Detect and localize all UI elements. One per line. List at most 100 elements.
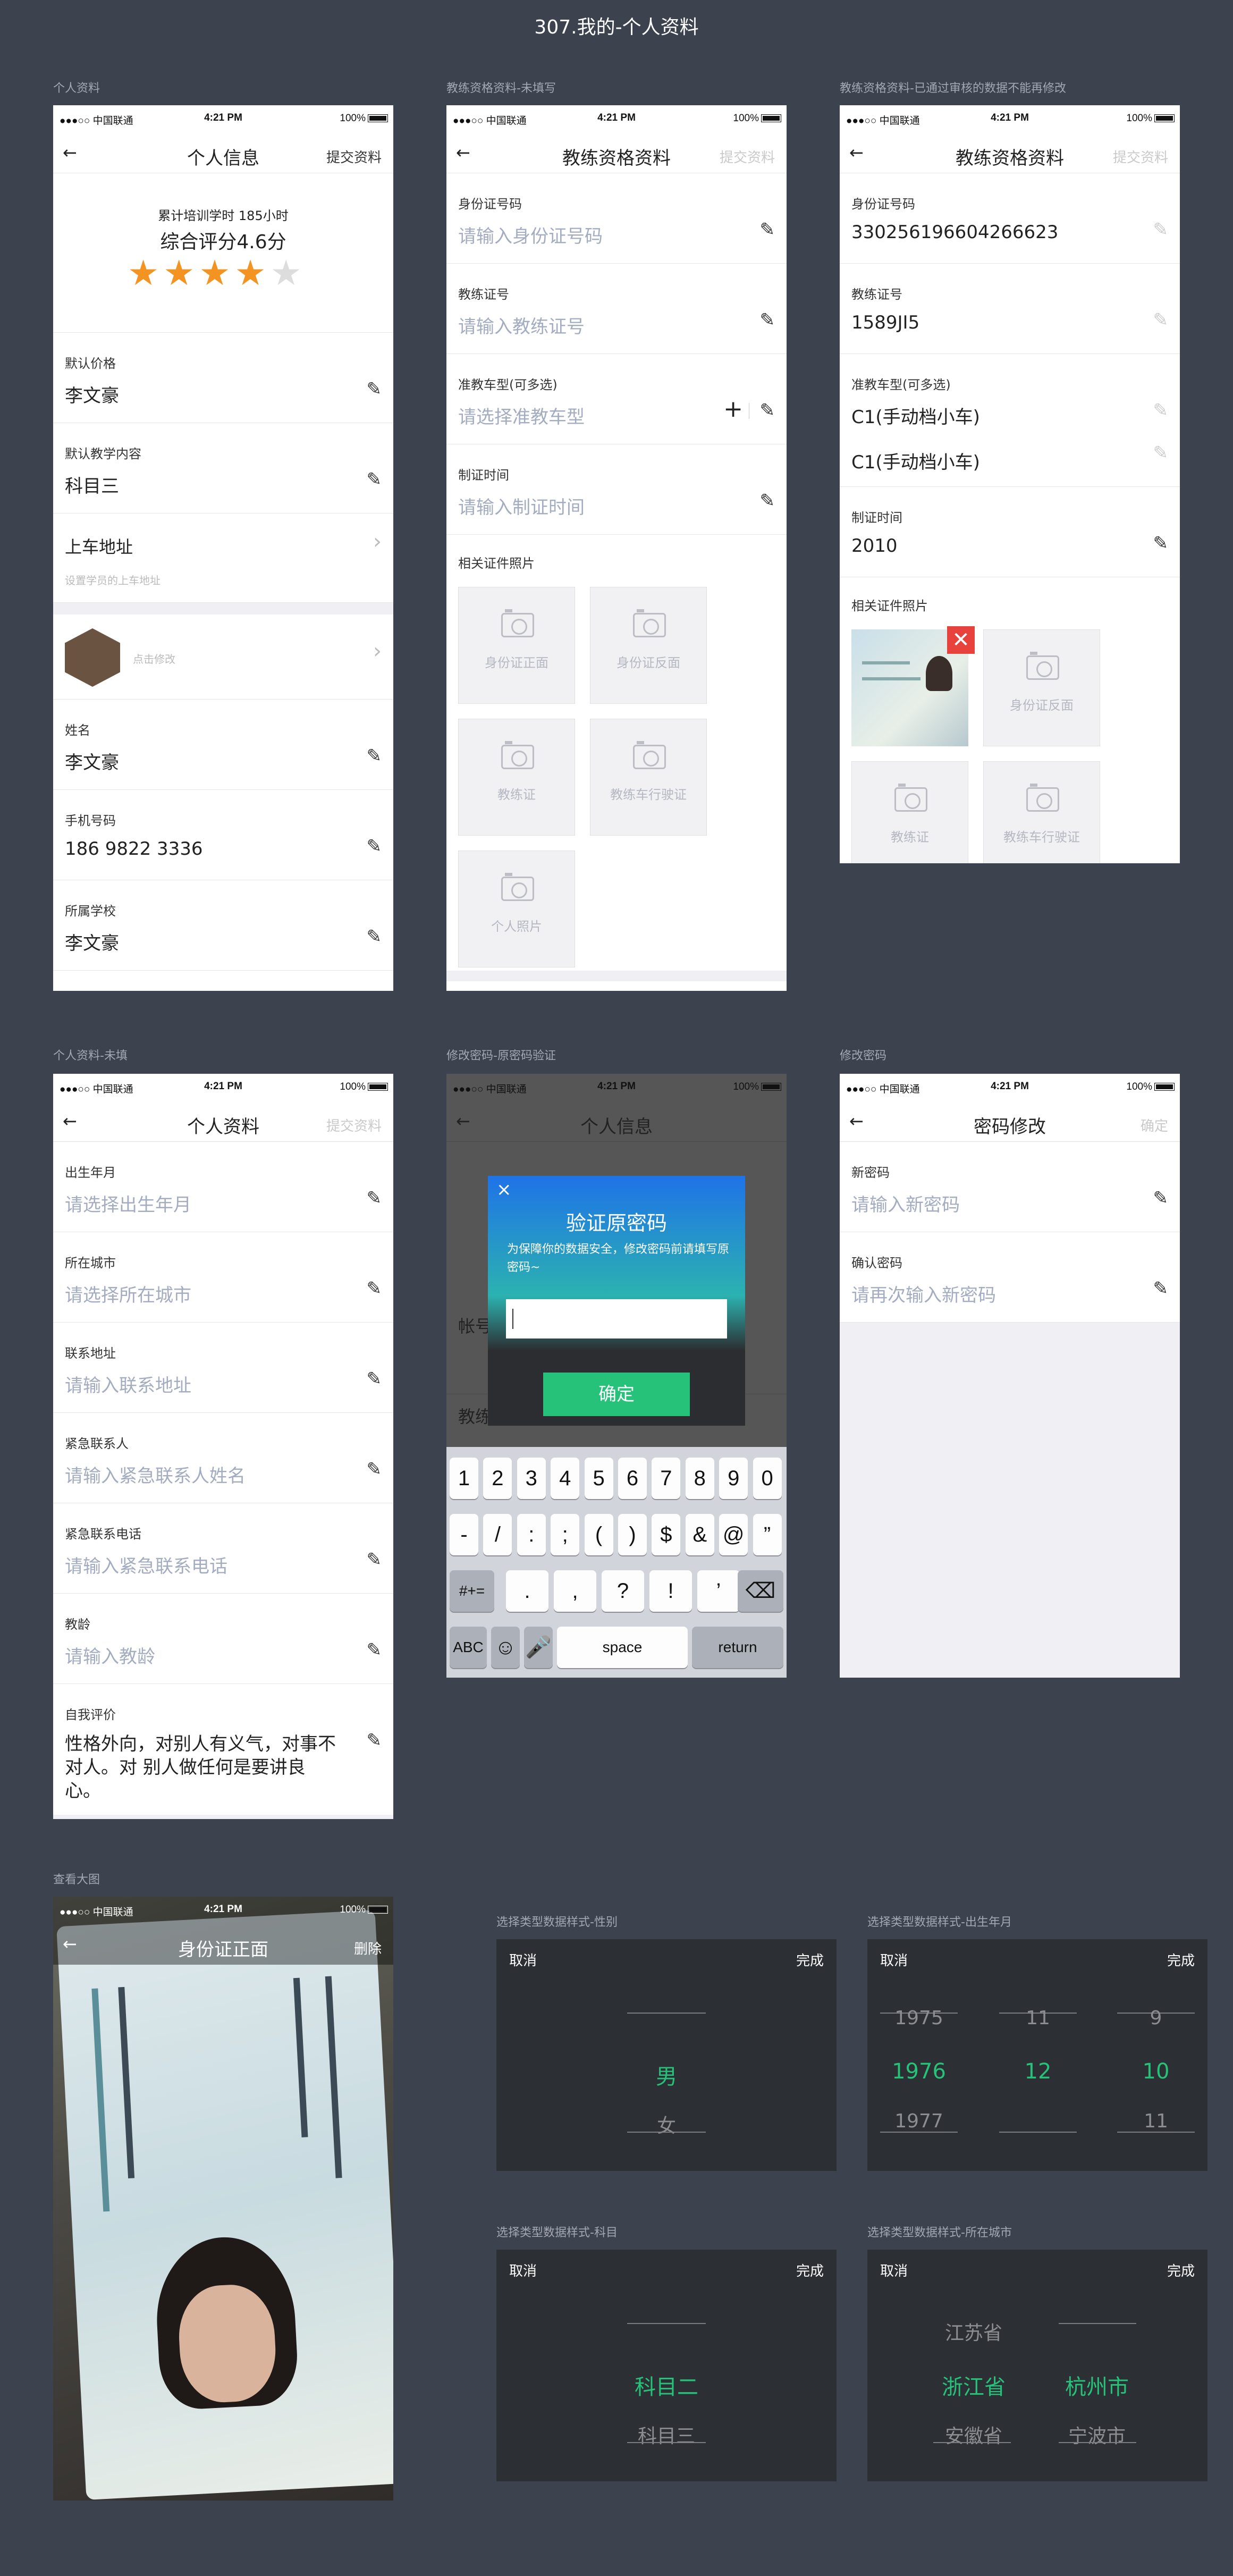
field-emergency-phone[interactable]: 紧急联系电话 请输入紧急联系电话 ✎ (53, 1503, 393, 1594)
field-confirm-password[interactable]: 确认密码 请再次输入新密码 ✎ (840, 1232, 1180, 1323)
picker-option-selected[interactable]: 科目二 (496, 2370, 837, 2401)
abc-key[interactable]: ABC (450, 1627, 487, 1668)
picker-option[interactable]: 安徽省 (931, 2421, 1016, 2448)
keyboard-key[interactable]: & (685, 1514, 714, 1555)
keyboard-key[interactable]: 2 (483, 1458, 512, 1499)
upload-id-back[interactable]: 身份证反面 (983, 629, 1100, 746)
picker-cancel-button[interactable]: 取消 (509, 2260, 537, 2280)
field-address[interactable]: 联系地址 请输入联系地址 ✎ (53, 1323, 393, 1413)
keyboard-key[interactable]: $ (652, 1514, 681, 1555)
keyboard-key[interactable]: , (554, 1570, 596, 1612)
delete-button[interactable]: 删除 (354, 1938, 382, 1958)
picker-option-selected[interactable]: 男 (496, 2059, 837, 2090)
keyboard-key[interactable]: ( (584, 1514, 613, 1555)
keyboard-key[interactable]: 4 (551, 1458, 580, 1499)
upload-personal-photo[interactable]: 个人照片 (458, 851, 575, 967)
picker-option[interactable]: 1975 (880, 2007, 958, 2029)
picker-cancel-button[interactable]: 取消 (880, 1950, 908, 1969)
keyboard-key[interactable]: 7 (652, 1458, 681, 1499)
field-new-password[interactable]: 新密码 请输入新密码 ✎ (840, 1142, 1180, 1232)
field-pickup-address[interactable]: 上车地址 设置学员的上车地址 › (53, 513, 393, 603)
symbols-key[interactable]: #+= (450, 1570, 494, 1612)
picker-cancel-button[interactable]: 取消 (509, 1950, 537, 1969)
keyboard-key[interactable]: - (450, 1514, 478, 1555)
submit-button[interactable]: 提交资料 (720, 147, 775, 166)
keyboard-key[interactable]: 0 (753, 1458, 782, 1499)
confirm-button[interactable]: 确定 (1141, 1115, 1168, 1135)
picker-option-selected[interactable]: 杭州市 (1054, 2370, 1139, 2401)
delete-icon[interactable]: ✕ (947, 626, 975, 654)
picker-done-button[interactable]: 完成 (796, 1950, 824, 1969)
field-phone[interactable]: 手机号码 186 9822 3336 ✎ (53, 790, 393, 880)
field-self-evaluation[interactable]: 自我评价 性格外向，对别人有义气，对事不对人。对 别人做任何是要讲良心。 ✎ (53, 1684, 393, 1817)
submit-button[interactable]: 提交资料 (326, 147, 382, 166)
field-cert-date[interactable]: 制证时间 2010 ✎ (840, 487, 1180, 577)
field-gender[interactable]: 性别 (53, 971, 393, 991)
keyboard-key[interactable]: ? (602, 1570, 644, 1612)
keyboard-key[interactable]: 1 (450, 1458, 478, 1499)
field-city[interactable]: 所在城市 请选择所在城市 ✎ (53, 1232, 393, 1323)
field-cert-date[interactable]: 制证时间 请输入制证时间 ✎ (446, 444, 787, 535)
picker-done-button[interactable]: 完成 (796, 2260, 824, 2280)
upload-vehicle-license[interactable]: 教练车行驶证 (983, 761, 1100, 863)
field-school[interactable]: 所属学校 李文豪 ✎ (53, 880, 393, 971)
keyboard-key[interactable]: ) (618, 1514, 647, 1555)
field-name[interactable]: 姓名 李文豪 ✎ (53, 700, 393, 790)
picker-option-selected[interactable]: 浙江省 (931, 2370, 1016, 2401)
add-icon[interactable]: + (723, 395, 743, 423)
emoji-icon[interactable]: ☺ (491, 1627, 520, 1668)
keyboard-key[interactable]: 3 (517, 1458, 546, 1499)
picker-option-selected[interactable]: 10 (1117, 2059, 1195, 2084)
field-car-type[interactable]: 准教车型(可多选) 请选择准教车型 + ✎ (446, 354, 787, 444)
keyboard-key[interactable]: ! (649, 1570, 692, 1612)
picker-option-selected[interactable]: 12 (999, 2059, 1077, 2084)
keyboard-key[interactable]: ’ (697, 1570, 740, 1612)
keyboard-key[interactable]: ” (753, 1514, 782, 1555)
backspace-icon[interactable]: ⌫ (738, 1570, 783, 1612)
picker-option-selected[interactable]: 1976 (880, 2059, 958, 2084)
keyboard-key[interactable]: 6 (618, 1458, 647, 1499)
upload-coach-cert[interactable]: 教练证 (458, 719, 575, 836)
picker-option[interactable]: 宁波市 (1054, 2421, 1139, 2448)
field-birth[interactable]: 出生年月 请选择出生年月 ✎ (53, 1142, 393, 1232)
picker-option[interactable]: 11 (1117, 2110, 1195, 2132)
picker-subject: 取消 完成 科目二 科目三 (496, 2250, 837, 2481)
avatar-row[interactable]: 点击修改 › (53, 614, 393, 700)
close-icon[interactable]: × (496, 1179, 512, 1200)
keyboard-key[interactable]: : (517, 1514, 546, 1555)
keyboard-key[interactable]: . (506, 1570, 548, 1612)
keyboard-key[interactable]: 8 (685, 1458, 714, 1499)
space-key[interactable]: space (557, 1627, 688, 1668)
upload-vehicle-license[interactable]: 教练车行驶证 (590, 719, 707, 836)
microphone-icon[interactable]: 🎤 (524, 1627, 553, 1668)
keyboard-key[interactable]: @ (719, 1514, 748, 1555)
password-input[interactable] (506, 1299, 727, 1338)
field-teaching-years[interactable]: 教龄 请输入教龄 ✎ (53, 1594, 393, 1684)
id-photo-thumbnail[interactable]: ✕ (851, 626, 975, 746)
picker-option[interactable]: 科目三 (496, 2421, 837, 2448)
picker-option[interactable]: 9 (1117, 2007, 1195, 2029)
picker-cancel-button[interactable]: 取消 (880, 2260, 908, 2280)
picker-option[interactable]: 江苏省 (931, 2318, 1016, 2345)
field-default-price[interactable]: 默认价格 李文豪 ✎ (53, 333, 393, 423)
picker-option[interactable]: 1977 (880, 2110, 958, 2132)
keyboard-key[interactable]: 5 (584, 1458, 613, 1499)
picker-done-button[interactable]: 完成 (1167, 1950, 1195, 1969)
keyboard-key[interactable]: 9 (719, 1458, 748, 1499)
picker-done-button[interactable]: 完成 (1167, 2260, 1195, 2280)
picker-option[interactable]: 女 (496, 2110, 837, 2138)
field-id-number[interactable]: 身份证号码 请输入身份证号码 ✎ (446, 173, 787, 264)
keyboard-key[interactable]: ; (551, 1514, 580, 1555)
confirm-button[interactable]: 确定 (543, 1373, 690, 1416)
picker-option[interactable]: 11 (999, 2007, 1077, 2029)
field-emergency-contact[interactable]: 紧急联系人 请输入紧急联系人姓名 ✎ (53, 1413, 393, 1503)
upload-coach-cert[interactable]: 教练证 (851, 761, 968, 863)
submit-button[interactable]: 提交资料 (326, 1115, 382, 1135)
upload-id-back[interactable]: 身份证反面 (590, 587, 707, 704)
keyboard-key[interactable]: / (483, 1514, 512, 1555)
upload-id-front[interactable]: 身份证正面 (458, 587, 575, 704)
submit-button[interactable]: 提交资料 (1113, 147, 1168, 166)
return-key[interactable]: return (692, 1627, 783, 1668)
field-coach-number[interactable]: 教练证号 请输入教练证号 ✎ (446, 264, 787, 354)
field-default-content[interactable]: 默认教学内容 科目三 ✎ (53, 423, 393, 513)
